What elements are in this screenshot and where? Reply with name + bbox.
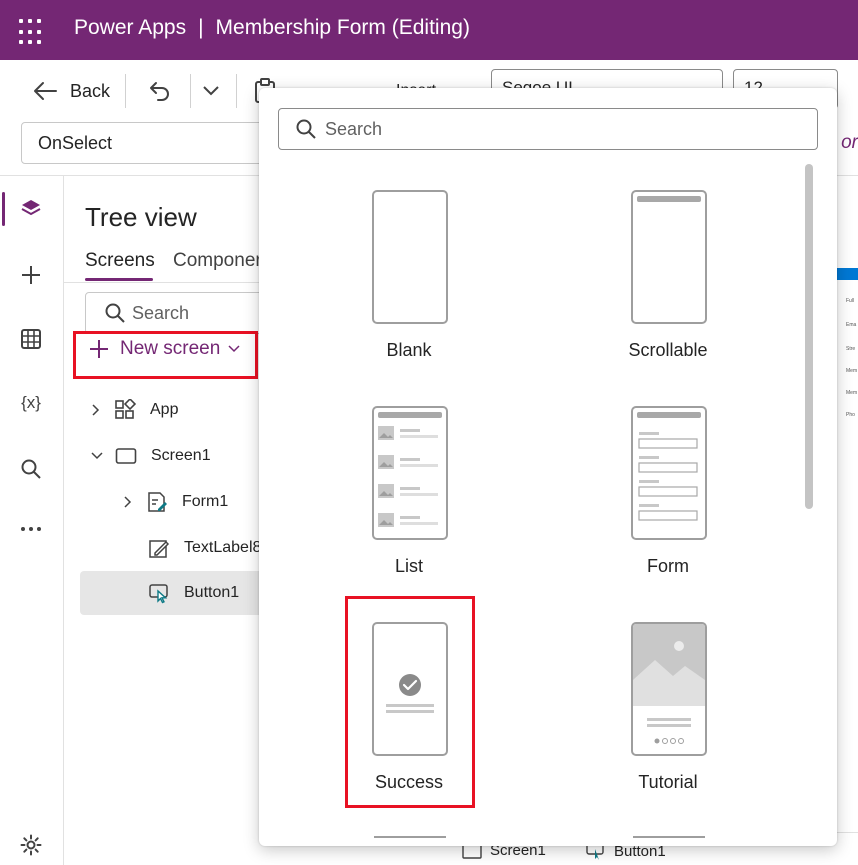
flyout-scrollbar[interactable] (805, 164, 813, 509)
back-button[interactable]: Back (32, 76, 110, 106)
tutorial-thumbnail (631, 622, 707, 756)
tab-screens[interactable]: Screens (85, 250, 155, 272)
tree-node-label: TextLabel8 (184, 539, 262, 556)
success-highlight (345, 596, 475, 808)
chevron-right-icon (92, 404, 100, 416)
tree-node-app[interactable]: App (90, 390, 178, 430)
property-dropdown[interactable]: OnSelect (21, 122, 271, 164)
template-scrollable[interactable]: Scrollable (568, 190, 768, 390)
template-search-input[interactable]: Search (278, 108, 818, 150)
tree-node-label: App (150, 401, 179, 418)
screen-icon (115, 448, 137, 464)
template-next-row-thumbnail (374, 836, 446, 846)
toolbar-divider (236, 74, 237, 108)
blank-thumbnail (372, 190, 448, 324)
formula-hint: or (841, 132, 858, 153)
chevron-down-icon (203, 86, 219, 96)
title-separator: | (198, 16, 204, 39)
tree-node-textlabel8[interactable]: TextLabel8 (148, 528, 261, 568)
canvas-field-label: Mem (846, 390, 858, 396)
new-screen-button[interactable]: New screen (88, 338, 240, 360)
template-blank[interactable]: Blank (309, 190, 509, 390)
canvas-field-label: Stre (846, 346, 856, 352)
scrollable-thumbnail (631, 190, 707, 324)
button-icon (149, 584, 168, 604)
plus-icon (90, 340, 108, 358)
tree-node-label: Form1 (182, 493, 229, 510)
canvas-field-label: Ema (846, 322, 857, 328)
tree-view-layers-icon[interactable] (14, 192, 48, 226)
form-icon (148, 492, 167, 512)
undo-icon (150, 82, 169, 101)
template-form[interactable]: Form (568, 406, 768, 606)
app-launcher-icon[interactable] (14, 14, 46, 46)
insert-plus-icon[interactable] (14, 258, 48, 292)
toolbar-divider (190, 74, 191, 108)
back-arrow-icon (34, 82, 57, 100)
active-tab-indicator (85, 278, 153, 281)
tree-node-button1[interactable]: Button1 (148, 573, 239, 613)
chevron-down-icon (228, 345, 240, 353)
tree-node-label: Button1 (184, 584, 240, 601)
form-thumbnail (631, 406, 707, 540)
settings-icon[interactable] (14, 828, 48, 862)
variables-icon[interactable]: {x} (14, 386, 48, 420)
tree-search-placeholder: Search (132, 303, 190, 323)
tree-node-form1[interactable]: Form1 (122, 482, 228, 522)
back-label: Back (70, 80, 111, 101)
template-list[interactable]: List (309, 406, 509, 606)
canvas-form-header (836, 268, 858, 280)
document-title: Membership Form (Editing) (215, 16, 470, 39)
canvas-field-label: Pho (846, 412, 855, 418)
canvas-field-label: Mem (846, 368, 858, 374)
template-label: Tutorial (638, 772, 698, 792)
tree-view-title: Tree view (85, 202, 197, 232)
undo-dropdown-button[interactable] (202, 76, 220, 106)
new-screen-label: New screen (120, 338, 221, 359)
chevron-down-icon (91, 452, 103, 460)
tree-node-screen1[interactable]: Screen1 (90, 436, 211, 476)
search-icon[interactable] (14, 452, 48, 486)
list-thumbnail (372, 406, 448, 540)
template-label: Blank (386, 340, 432, 360)
template-tutorial[interactable]: Tutorial (568, 622, 768, 822)
template-next-row-thumbnail (633, 836, 705, 846)
chevron-right-icon (124, 496, 132, 508)
template-search-placeholder: Search (325, 119, 383, 139)
canvas-field-label: Full (846, 298, 855, 304)
more-icon[interactable] (14, 512, 48, 546)
search-icon (296, 119, 316, 139)
template-label: Form (647, 556, 689, 576)
tab-components[interactable]: Componer (173, 250, 262, 272)
tree-node-label: Screen1 (151, 447, 211, 464)
app-header: Power Apps | Membership Form (Editing) (0, 0, 858, 60)
undo-button[interactable] (148, 76, 172, 106)
app-name: Power Apps (74, 16, 187, 39)
left-rail: {x} (0, 176, 64, 865)
rail-active-indicator (2, 192, 5, 226)
header-title: Power Apps | Membership Form (Editing) (74, 16, 470, 40)
data-table-icon[interactable] (14, 322, 48, 356)
search-icon (105, 303, 125, 323)
template-label: Scrollable (628, 340, 708, 360)
property-value: OnSelect (38, 133, 113, 153)
toolbar-divider (125, 74, 126, 108)
text-label-icon (149, 540, 170, 558)
app-icon (115, 399, 136, 419)
template-label: List (394, 556, 423, 576)
new-screen-flyout: Search Blank Scrollable List Form Succes… (259, 88, 837, 846)
